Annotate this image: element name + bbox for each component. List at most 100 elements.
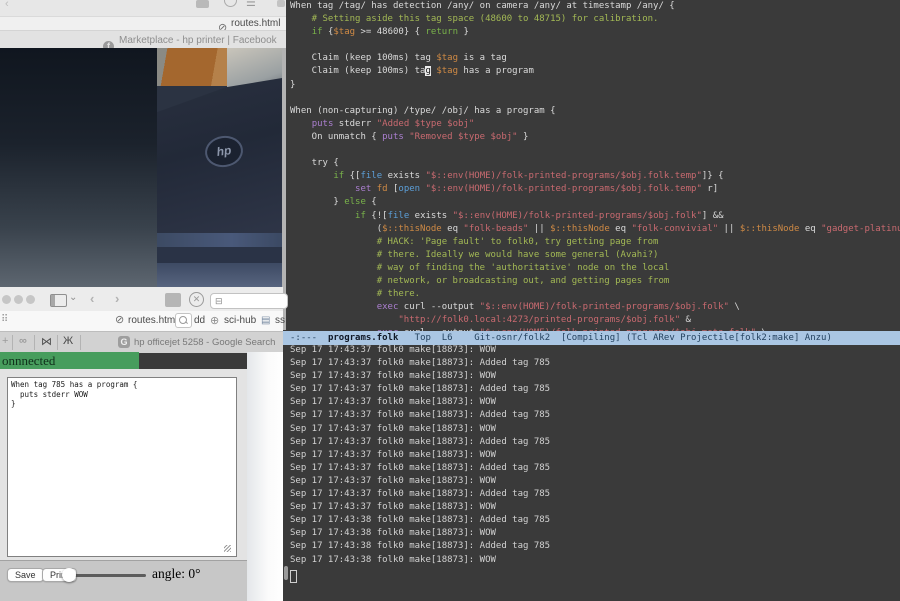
code-line: When tag /tag/ has detection /any/ on ca… — [290, 1, 900, 14]
tab-separator — [80, 335, 81, 350]
active-tab-title[interactable]: hp officejet 5258 - Google Search — [134, 337, 275, 348]
textarea-resize-gripper[interactable] — [224, 545, 231, 552]
code-line: } else { — [290, 197, 900, 210]
log-line: Sep 17 17:43:37 folk0 make[18873]: WOW — [290, 476, 900, 489]
log-line: Sep 17 17:43:37 folk0 make[18873]: Added… — [290, 384, 900, 397]
thumbnail-square-icon[interactable] — [165, 293, 181, 307]
traffic-light-zoom[interactable] — [26, 295, 35, 304]
sidebar-toggle-icon[interactable] — [50, 294, 67, 307]
log-line: Sep 17 17:43:37 folk0 make[18873]: Added… — [290, 489, 900, 502]
code-line: # network, or broadcasting out, and gett… — [290, 276, 900, 289]
form-footer: Save Print angle: 0° — [0, 561, 247, 601]
code-editor[interactable]: When tag /tag/ has detection /any/ on ca… — [283, 1, 900, 331]
chevron-down-icon[interactable]: ⌄ — [69, 292, 77, 303]
google-favicon: G — [118, 336, 130, 348]
inactive-cursor — [290, 570, 297, 583]
code-line: if {$tag >= 48600} { return } — [290, 27, 900, 40]
modeline-prefix: -:--- — [290, 333, 328, 343]
ss-bookmark[interactable]: ss — [275, 315, 285, 326]
log-line: Sep 17 17:43:38 folk0 make[18873]: WOW — [290, 528, 900, 541]
connected-status-badge: onnnected — [0, 352, 139, 369]
emacs-window: When tag /tag/ has detection /any/ on ca… — [283, 0, 900, 601]
extension-puzzle-icon[interactable] — [277, 0, 285, 7]
tab-separator — [12, 335, 13, 350]
photo-printer-region: hp — [157, 48, 282, 287]
code-line: if {[file exists "$::env(HOME)/folk-prin… — [290, 171, 900, 184]
code-line — [290, 40, 900, 53]
code-line: # Setting aside this tag space (48600 to… — [290, 14, 900, 27]
scihub-bookmark[interactable]: sci-hub — [224, 315, 256, 326]
circled-close-icon[interactable]: ✕ — [189, 292, 204, 307]
log-line: Sep 17 17:43:37 folk0 make[18873]: WOW — [290, 345, 900, 358]
code-line: "http://folk0.local:4273/printed-program… — [290, 315, 900, 328]
printer-band-mid — [157, 247, 282, 263]
code-line: puts stderr "Added $type $obj" — [290, 119, 900, 132]
traffic-light-close[interactable] — [2, 295, 11, 304]
browser-toolbar: ⌄ ‹ › ✕ ⊟ — [0, 287, 283, 312]
code-line: On unmatch { puts "Removed $type $obj" } — [290, 132, 900, 145]
routes-bookmark[interactable]: routes.html — [128, 315, 177, 326]
stop-square-icon[interactable] — [196, 0, 209, 8]
code-line: try { — [290, 158, 900, 171]
globe-icon: ⊕ — [210, 314, 219, 327]
facebook-tab-title[interactable]: Marketplace - hp printer | Facebook — [119, 35, 277, 46]
profile-circle-icon[interactable] — [224, 0, 237, 7]
new-tab-icon[interactable]: + — [2, 335, 8, 347]
log-line: Sep 17 17:43:37 folk0 make[18873]: WOW — [290, 450, 900, 463]
document-icon: ▤ — [261, 315, 270, 326]
browser-chrome-top: ‹ ☰ — [0, 0, 286, 16]
code-line: Claim (keep 100ms) tag $tag has a progra… — [290, 66, 900, 79]
search-value[interactable]: dd — [194, 315, 205, 326]
code-line: # there. — [290, 289, 900, 302]
log-line: Sep 17 17:43:38 folk0 make[18873]: Added… — [290, 515, 900, 528]
code-line: Claim (keep 100ms) tag $tag is a tag — [290, 53, 900, 66]
favicon-butterfly[interactable]: ⋈ — [41, 335, 52, 348]
favicon-infinity[interactable]: ∞ — [19, 335, 27, 347]
angle-slider-thumb[interactable] — [62, 568, 76, 582]
back-button[interactable]: ‹ — [90, 291, 94, 306]
code-line: # HACK: 'Page fault' to folk0, try getti… — [290, 237, 900, 250]
code-line: } — [290, 80, 900, 93]
log-line: Sep 17 17:43:37 folk0 make[18873]: WOW — [290, 397, 900, 410]
code-line: if {![file exists "$::env(HOME)/folk-pri… — [290, 211, 900, 224]
back-chevron-icon[interactable]: ‹ — [5, 0, 9, 10]
modeline-buffer-name: programs.folk — [328, 333, 398, 343]
search-box[interactable] — [175, 313, 192, 328]
emacs-modeline[interactable]: -:--- programs.folk Top L6 Git-osnr/folk… — [283, 331, 900, 345]
grid-dots-icon[interactable]: ⠿ — [1, 314, 8, 325]
code-line — [290, 93, 900, 106]
program-form-panel: When tag 785 has a program { puts stderr… — [0, 369, 247, 601]
log-lines: Sep 17 17:43:37 folk0 make[18873]: WOWSe… — [290, 345, 900, 568]
log-line: Sep 17 17:43:38 folk0 make[18873]: WOW — [290, 555, 900, 568]
background-window-strip — [247, 352, 283, 601]
tab-separator — [57, 335, 58, 350]
code-line: exec curl --output "$::env(HOME)/folk-pr… — [290, 302, 900, 315]
angle-slider[interactable] — [66, 574, 146, 577]
save-button[interactable]: Save — [7, 568, 44, 582]
traffic-light-minimize[interactable] — [14, 295, 23, 304]
log-window[interactable]: Sep 17 17:43:37 folk0 make[18873]: WOWSe… — [283, 345, 900, 601]
log-line: Sep 17 17:43:38 folk0 make[18873]: Added… — [290, 541, 900, 554]
program-textarea[interactable]: When tag 785 has a program { puts stderr… — [7, 377, 237, 557]
code-line — [290, 145, 900, 158]
photo-wood-shelf — [157, 48, 237, 86]
photo-background-gradient — [0, 48, 157, 287]
address-bar[interactable]: ⊟ — [210, 293, 288, 309]
log-line: Sep 17 17:43:37 folk0 make[18873]: Added… — [290, 410, 900, 423]
log-line: Sep 17 17:43:37 folk0 make[18873]: Added… — [290, 463, 900, 476]
bookmarks-bar: ⠿ ⊘ routes.html dd ⊕ sci-hub ▤ ss — [0, 311, 283, 331]
menu-icon[interactable]: ☰ — [246, 0, 256, 9]
tab-row-facebook: f Marketplace - hp printer | Facebook — [0, 30, 286, 49]
log-line: Sep 17 17:43:37 folk0 make[18873]: Added… — [290, 358, 900, 371]
printer-band-top — [157, 233, 282, 247]
screen: When tag /tag/ has detection /any/ on ca… — [0, 0, 900, 601]
modeline-status: Top L6 Git-osnr/folk2 [Compiling] (Tcl A… — [398, 333, 831, 343]
printer-band-base — [157, 263, 282, 287]
favicon-mask[interactable]: Ж — [63, 335, 73, 347]
tab-routes-label[interactable]: routes.html — [231, 18, 280, 29]
routes-bookmark-icon: ⊘ — [115, 315, 124, 326]
code-line: # there. Ideally we would have some gene… — [290, 250, 900, 263]
tab-strip: + ∞ ⋈ Ж G hp officejet 5258 - Google Sea… — [0, 331, 283, 353]
forward-button[interactable]: › — [115, 291, 119, 306]
log-line: Sep 17 17:43:37 folk0 make[18873]: WOW — [290, 502, 900, 515]
